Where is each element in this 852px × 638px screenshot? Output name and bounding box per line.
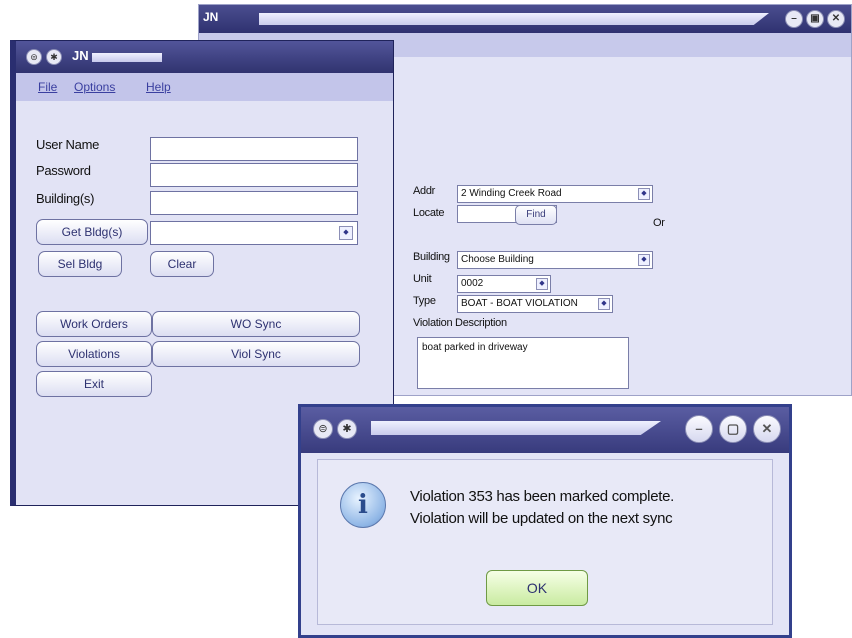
bg-titlebar: JN – ▣ ✕ bbox=[199, 5, 851, 33]
or-label: Or bbox=[653, 217, 665, 229]
message-dialog: ⊜ ✱ – ▢ ✕ i Violation 353 has been marke… bbox=[298, 404, 792, 638]
message-line-1: Violation 353 has been marked complete. bbox=[410, 488, 675, 505]
info-icon: i bbox=[340, 482, 386, 528]
chevron-down-icon[interactable]: ◆ bbox=[638, 254, 650, 266]
user-name-input[interactable] bbox=[150, 137, 358, 161]
menubar: File Options Help bbox=[16, 73, 393, 101]
addr-label: Addr bbox=[413, 185, 436, 197]
app-logo: JN bbox=[203, 10, 219, 24]
minimize-icon[interactable]: – bbox=[785, 10, 803, 28]
title-swoosh bbox=[371, 421, 661, 435]
menu-options[interactable]: Options bbox=[74, 80, 115, 94]
building-value: Choose Building bbox=[461, 254, 534, 265]
dialog-message: Violation 353 has been marked complete. … bbox=[410, 486, 674, 530]
violations-button[interactable]: Violations bbox=[36, 341, 152, 367]
pin-icon[interactable]: ✱ bbox=[337, 419, 357, 439]
system-menu-icon[interactable]: ⊜ bbox=[26, 49, 42, 65]
building-label: Building bbox=[413, 251, 450, 263]
building-dropdown[interactable]: ◆ bbox=[150, 221, 358, 245]
chevron-down-icon[interactable]: ◆ bbox=[339, 226, 353, 240]
title-swoosh bbox=[259, 13, 769, 25]
wo-sync-button[interactable]: WO Sync bbox=[152, 311, 360, 337]
work-orders-button[interactable]: Work Orders bbox=[36, 311, 152, 337]
dialog-titlebar: ⊜ ✱ – ▢ ✕ bbox=[301, 407, 789, 453]
message-line-2: Violation will be updated on the next sy… bbox=[410, 510, 673, 527]
find-button[interactable]: Find bbox=[515, 205, 557, 225]
title-swoosh bbox=[92, 53, 162, 62]
type-label: Type bbox=[413, 295, 436, 307]
violation-desc-label: Violation Description bbox=[413, 317, 507, 329]
sel-bldg-button[interactable]: Sel Bldg bbox=[38, 251, 122, 277]
password-input[interactable] bbox=[150, 163, 358, 187]
unit-label: Unit bbox=[413, 273, 432, 285]
password-label: Password bbox=[36, 163, 91, 178]
pin-icon[interactable]: ✱ bbox=[46, 49, 62, 65]
app-logo: JN bbox=[72, 48, 89, 63]
unit-value: 0002 bbox=[461, 278, 484, 289]
system-menu-icon[interactable]: ⊜ bbox=[313, 419, 333, 439]
chevron-down-icon[interactable]: ◆ bbox=[598, 298, 610, 310]
unit-select[interactable]: 0002 ◆ bbox=[457, 275, 551, 293]
type-select[interactable]: BOAT - BOAT VIOLATION ◆ bbox=[457, 295, 613, 313]
minimize-icon[interactable]: – bbox=[685, 415, 713, 443]
buildings-label: Building(s) bbox=[36, 191, 95, 206]
buildings-input[interactable] bbox=[150, 191, 358, 215]
ok-button[interactable]: OK bbox=[486, 570, 588, 606]
addr-value: 2 Winding Creek Road bbox=[461, 188, 562, 199]
menu-help[interactable]: Help bbox=[146, 80, 171, 94]
viol-sync-button[interactable]: Viol Sync bbox=[152, 341, 360, 367]
get-bldgs-button[interactable]: Get Bldg(s) bbox=[36, 219, 148, 245]
maximize-icon[interactable]: ▢ bbox=[719, 415, 747, 443]
locate-label: Locate bbox=[413, 207, 445, 219]
violation-desc-input[interactable]: boat parked in driveway bbox=[417, 337, 629, 389]
addr-select[interactable]: 2 Winding Creek Road ◆ bbox=[457, 185, 653, 203]
clear-button[interactable]: Clear bbox=[150, 251, 214, 277]
type-value: BOAT - BOAT VIOLATION bbox=[461, 298, 578, 309]
dialog-body: i Violation 353 has been marked complete… bbox=[317, 459, 773, 625]
exit-button[interactable]: Exit bbox=[36, 371, 152, 397]
chevron-down-icon[interactable]: ◆ bbox=[638, 188, 650, 200]
close-icon[interactable]: ✕ bbox=[827, 10, 845, 28]
building-select[interactable]: Choose Building ◆ bbox=[457, 251, 653, 269]
maximize-icon[interactable]: ▣ bbox=[806, 10, 824, 28]
close-icon[interactable]: ✕ bbox=[753, 415, 781, 443]
main-titlebar: ⊜ ✱ JN bbox=[16, 41, 393, 73]
chevron-down-icon[interactable]: ◆ bbox=[536, 278, 548, 290]
user-name-label: User Name bbox=[36, 137, 100, 152]
menu-file[interactable]: File bbox=[38, 80, 57, 94]
